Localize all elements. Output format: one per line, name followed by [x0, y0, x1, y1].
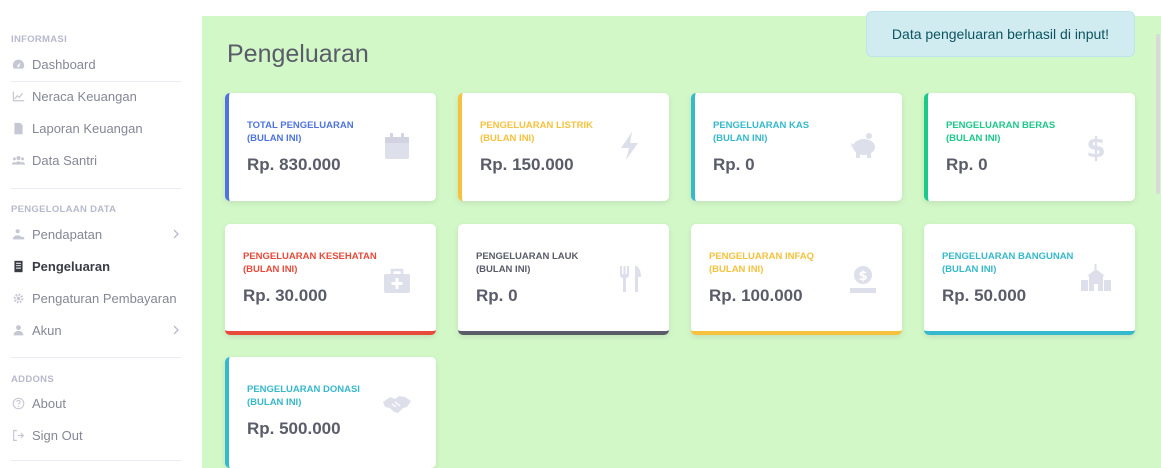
- card-total-pengeluaran: TOTAL PENGELUARAN (BULAN INI) Rp. 830.00…: [225, 93, 436, 201]
- sidebar-item-sign-out[interactable]: Sign Out: [11, 424, 186, 446]
- sidebar-item-label: Dashboard: [32, 56, 96, 72]
- sidebar-item-label: Pengaturan Pembayaran: [32, 290, 177, 306]
- card-pengeluaran-beras: PENGELUARAN BERAS (BULAN INI) Rp. 0 $: [924, 93, 1135, 201]
- card-label: TOTAL PENGELUARAN (BULAN INI): [247, 120, 354, 144]
- card-label: PENGELUARAN BANGUNAN (BULAN INI): [942, 251, 1074, 275]
- sidebar-item-laporan-keuangan[interactable]: Laporan Keuangan: [11, 117, 186, 139]
- card-value: Rp. 0: [713, 155, 755, 174]
- sidebar-item-label: Laporan Keuangan: [32, 120, 143, 136]
- sidebar-heading-addons: ADDONS: [11, 374, 54, 385]
- svg-text:$: $: [1086, 131, 1105, 162]
- sidebar-item-label: About: [32, 395, 66, 411]
- user-income-icon: [11, 227, 25, 241]
- success-toast: Data pengeluaran berhasil di input!: [866, 11, 1135, 57]
- card-label: PENGELUARAN DONASI (BULAN INI): [247, 384, 360, 408]
- sidebar-item-pengaturan-pembayaran[interactable]: Pengaturan Pembayaran: [11, 287, 186, 309]
- handshake-icon: [380, 387, 414, 421]
- sidebar-item-about[interactable]: About: [11, 392, 186, 414]
- card-value: Rp. 0: [476, 286, 518, 305]
- sidebar-item-label: Pengeluaran: [32, 258, 111, 274]
- card-value: Rp. 500.000: [247, 419, 341, 438]
- card-value: Rp. 100.000: [709, 286, 803, 305]
- sidebar-item-data-santri[interactable]: Data Santri: [11, 149, 186, 171]
- sidebar-divider: [11, 357, 181, 358]
- card-pengeluaran-listrik: PENGELUARAN LISTRIK (BULAN INI) Rp. 150.…: [458, 93, 669, 201]
- sidebar-item-pengeluaran[interactable]: Pengeluaran: [11, 255, 186, 277]
- card-value: Rp. 0: [946, 155, 988, 174]
- card-label: PENGELUARAN KAS (BULAN INI): [713, 120, 810, 144]
- card-value: Rp. 830.000: [247, 155, 341, 174]
- sidebar-item-pendapatan[interactable]: Pendapatan: [11, 223, 186, 245]
- chart-line-icon: [11, 89, 25, 103]
- dollar-icon: $: [1079, 129, 1113, 163]
- sidebar-heading-informasi: INFORMASI: [11, 34, 68, 45]
- main-content: Pengeluaran TOTAL PENGELUARAN (BULAN INI…: [202, 16, 1161, 468]
- sidebar-divider: [11, 188, 181, 189]
- sidebar-item-label: Akun: [32, 322, 62, 338]
- card-label: PENGELUARAN LAUK (BULAN INI): [476, 251, 579, 275]
- chevron-right-icon: [170, 227, 182, 241]
- medkit-icon: [380, 264, 414, 298]
- dashboard-icon: [11, 57, 25, 71]
- question-circle-icon: [11, 396, 25, 410]
- sidebar: INFORMASI Dashboard Neraca Keuangan Lapo…: [0, 0, 190, 468]
- svg-text:$: $: [858, 269, 867, 284]
- sign-out-icon: [11, 428, 25, 442]
- card-pengeluaran-donasi: PENGELUARAN DONASI (BULAN INI) Rp. 500.0…: [225, 357, 436, 468]
- card-pengeluaran-infaq: PENGELUARAN INFAQ (BULAN INI) Rp. 100.00…: [691, 224, 902, 335]
- sidebar-heading-pengelolaan: PENGELOLAAN DATA: [11, 204, 117, 215]
- card-label: PENGELUARAN BERAS (BULAN INI): [946, 120, 1056, 144]
- card-pengeluaran-lauk: PENGELUARAN LAUK (BULAN INI) Rp. 0: [458, 224, 669, 335]
- gear-icon: [11, 291, 25, 305]
- users-icon: [11, 153, 25, 167]
- card-value: Rp. 30.000: [243, 286, 328, 305]
- sidebar-item-label: Pendapatan: [32, 226, 103, 242]
- sidebar-item-dashboard[interactable]: Dashboard: [11, 53, 186, 75]
- card-value: Rp. 150.000: [480, 155, 574, 174]
- card-label: PENGELUARAN LISTRIK (BULAN INI): [480, 120, 593, 144]
- scrollbar[interactable]: [1156, 34, 1160, 194]
- bolt-icon: [613, 129, 647, 163]
- school-icon: [1079, 262, 1113, 296]
- piggy-bank-icon: [846, 129, 880, 163]
- page-title: Pengeluaran: [227, 40, 369, 68]
- card-pengeluaran-kesehatan: PENGELUARAN KESEHATAN (BULAN INI) Rp. 30…: [225, 224, 436, 335]
- sidebar-divider: [11, 81, 181, 82]
- user-icon: [11, 323, 25, 337]
- coin-hand-icon: $: [846, 262, 880, 296]
- card-label: PENGELUARAN INFAQ (BULAN INI): [709, 251, 815, 275]
- card-pengeluaran-bangunan: PENGELUARAN BANGUNAN (BULAN INI) Rp. 50.…: [924, 224, 1135, 335]
- sidebar-item-label: Sign Out: [32, 427, 83, 443]
- utensils-icon: [613, 262, 647, 296]
- file-icon: [11, 121, 25, 135]
- sidebar-item-akun[interactable]: Akun: [11, 319, 186, 341]
- card-label: PENGELUARAN KESEHATAN (BULAN INI): [243, 251, 377, 275]
- sidebar-item-label: Data Santri: [32, 152, 98, 168]
- sidebar-item-label: Neraca Keuangan: [32, 88, 137, 104]
- card-pengeluaran-kas: PENGELUARAN KAS (BULAN INI) Rp. 0: [691, 93, 902, 201]
- calendar-icon: [380, 129, 414, 163]
- list-icon: [11, 259, 25, 273]
- chevron-right-icon: [170, 323, 182, 337]
- sidebar-item-neraca-keuangan[interactable]: Neraca Keuangan: [11, 85, 186, 107]
- sidebar-divider: [11, 460, 181, 461]
- card-value: Rp. 50.000: [942, 286, 1027, 305]
